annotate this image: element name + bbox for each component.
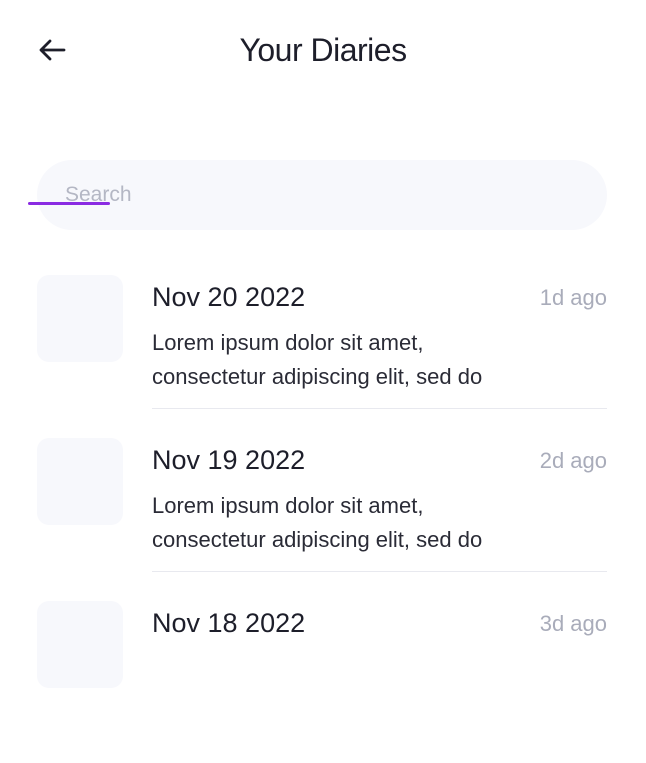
entry-thumbnail [37,601,123,688]
entry-excerpt: Lorem ipsum dolor sit amet, consectetur … [152,489,572,557]
entry-date: Nov 18 2022 [152,608,306,638]
entry-thumbnail [37,438,123,525]
entry-thumbnail [37,275,123,362]
entry-relative-time: 1d ago [539,285,607,310]
entry-relative-time: 3d ago [539,611,607,636]
search-focus-underline [28,202,110,205]
search-box[interactable] [37,160,607,230]
entry-excerpt-line: consectetur adipiscing elit, sed do [152,527,483,552]
diary-entry[interactable]: Nov 20 2022 1d ago Lorem ipsum dolor sit… [0,274,646,437]
entry-excerpt-line: consectetur adipiscing elit, sed do [152,364,483,389]
diary-entry[interactable]: Nov 19 2022 2d ago Lorem ipsum dolor sit… [0,437,646,600]
entry-date: Nov 19 2022 [152,445,306,475]
search-input[interactable] [65,180,565,210]
header: Your Diaries [0,0,646,104]
entry-excerpt-line: Lorem ipsum dolor sit amet, [152,330,424,355]
entry-excerpt-line: Lorem ipsum dolor sit amet, [152,493,424,518]
page-title: Your Diaries [239,32,407,68]
entry-date: Nov 20 2022 [152,282,306,312]
entry-relative-time: 2d ago [539,448,607,473]
diary-list: Nov 20 2022 1d ago Lorem ipsum dolor sit… [0,274,646,763]
entry-excerpt: Lorem ipsum dolor sit amet, consectetur … [152,326,572,394]
entry-divider [152,408,607,409]
entry-divider [152,571,607,572]
diary-entry[interactable]: Nov 18 2022 3d ago [0,600,646,763]
